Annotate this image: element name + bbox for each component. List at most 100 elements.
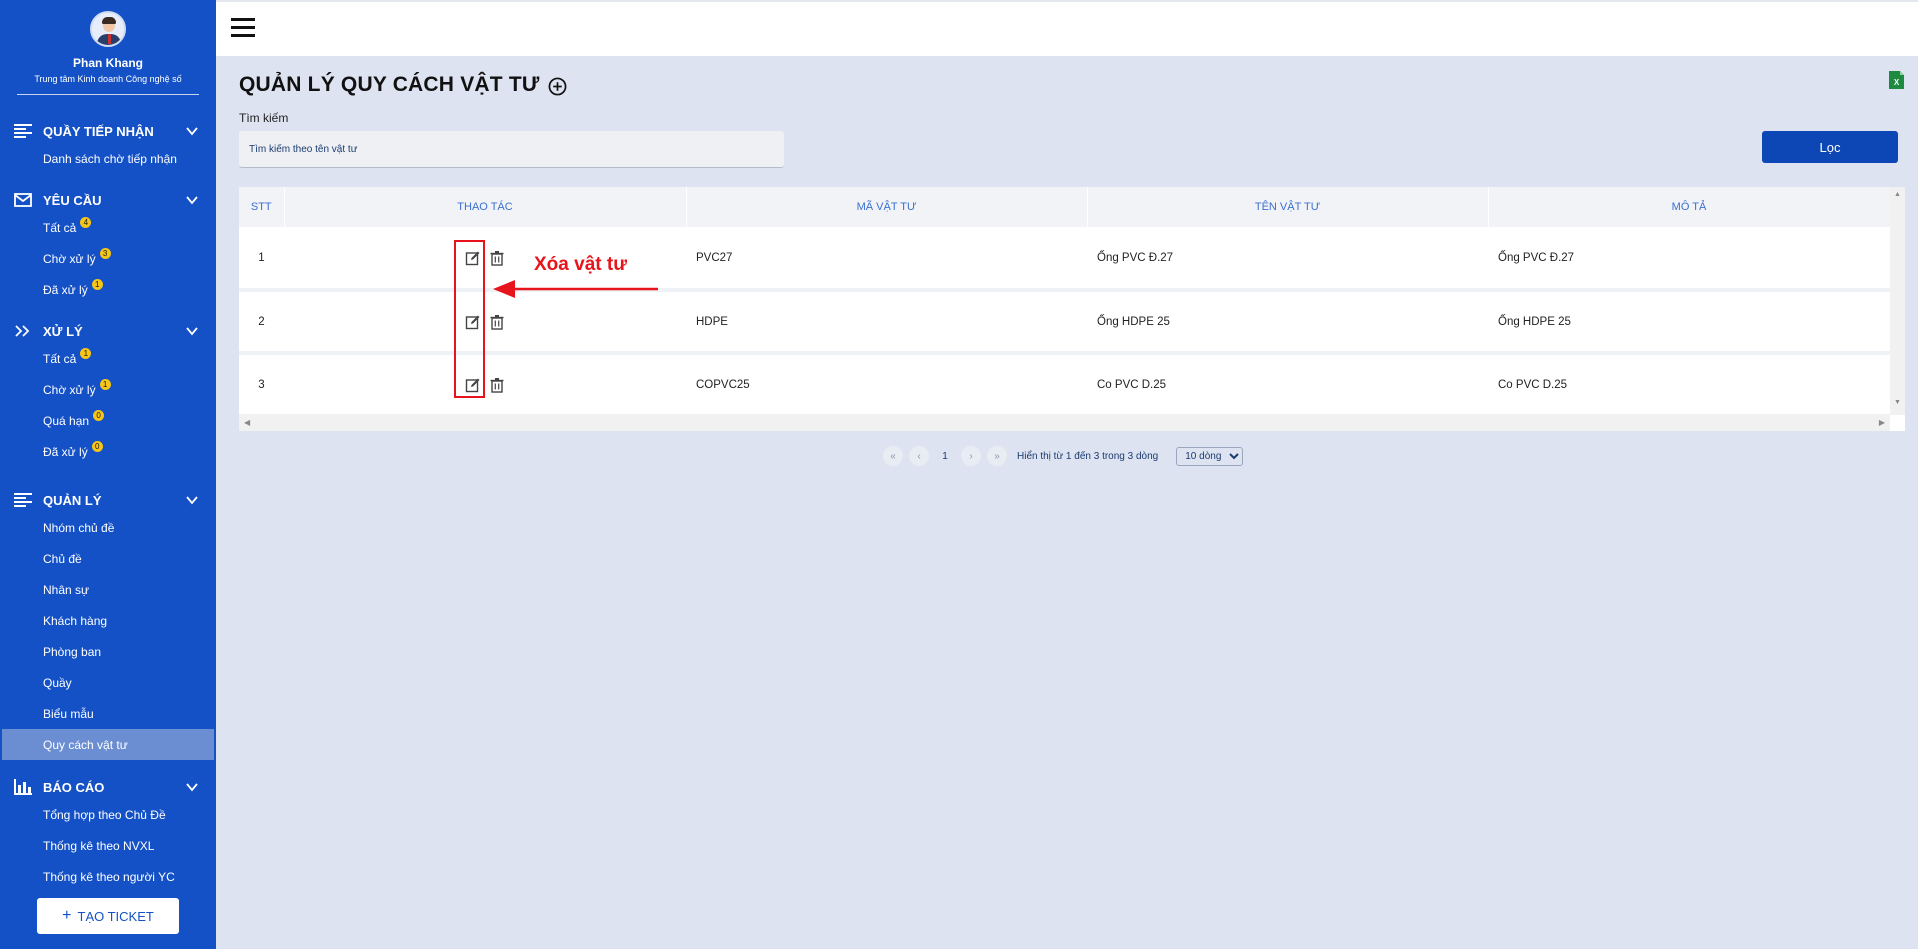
create-ticket-button[interactable]: + TẠO TICKET	[37, 898, 179, 934]
column-header-thao-tac[interactable]: THAO TÁC	[284, 187, 687, 227]
sidebar-item-nhom-chu-de[interactable]: Nhóm chủ đề	[0, 512, 216, 543]
section-xu-ly: XỬ LÝ Tất cả 1 Chờ xử lý 1 Quá hạn 0 Đã xử …	[0, 319, 216, 467]
sidebar-item-label: Phòng ban	[43, 644, 102, 659]
hamburger-menu-icon[interactable]	[231, 18, 255, 38]
page-number-button[interactable]: 1	[935, 446, 955, 466]
page-title-text: QUẢN LÝ QUY CÁCH VẬT TƯ	[239, 73, 540, 96]
sidebar-item-yc-da-xu-ly[interactable]: Đã xử lý 1	[0, 274, 216, 305]
section-header-xu-ly[interactable]: XỬ LÝ	[0, 319, 216, 343]
plus-icon: +	[62, 907, 72, 924]
sidebar-item-quay[interactable]: Quầy	[0, 667, 216, 698]
sidebar-item-quy-cach-vat-tu[interactable]: Quy cách vật tư	[2, 729, 214, 760]
user-name: Phan Khang	[72, 56, 143, 70]
sidebar-item-label: Đã xử lý	[43, 444, 88, 459]
user-unit: Trung tâm Kinh doanh Công nghệ số	[34, 74, 182, 84]
sidebar-item-label: Tất cả	[43, 220, 77, 235]
chevron-down-icon[interactable]	[186, 194, 198, 206]
chevron-down-icon[interactable]	[186, 781, 198, 793]
count-badge: 1	[99, 379, 111, 390]
section-header-quay-tiep-nhan[interactable]: QUẦY TIẾP NHẬN	[0, 119, 216, 143]
sidebar-item-danh-sach-cho-tiep-nhan[interactable]: Danh sách chờ tiếp nhận	[0, 143, 216, 174]
count-badge: 1	[91, 279, 103, 290]
search-input[interactable]	[239, 131, 784, 168]
sidebar-item-chu-de[interactable]: Chủ đề	[0, 543, 216, 574]
sidebar-item-label: Chờ xử lý	[43, 382, 96, 397]
trash-icon[interactable]	[489, 250, 505, 266]
sidebar-item-label: Khách hàng	[43, 613, 108, 628]
excel-export-icon[interactable]: X	[1888, 70, 1905, 90]
sidebar-item-label: Danh sách chờ tiếp nhận	[43, 151, 177, 166]
table-header-row: STT THAO TÁC MÃ VẬT TƯ TÊN VẬT TƯ MÔ TẢ	[239, 187, 1891, 227]
chevron-down-icon[interactable]	[186, 494, 198, 506]
sidebar-item-xl-tat-ca[interactable]: Tất cả 1	[0, 343, 216, 374]
vertical-scrollbar[interactable]: ▲ ▼	[1890, 187, 1905, 415]
count-badge: 4	[80, 217, 92, 228]
page-title: QUẢN LÝ QUY CÁCH VẬT TƯ	[239, 73, 567, 97]
mail-icon	[14, 193, 32, 207]
chevron-down-icon[interactable]	[186, 125, 198, 137]
trash-icon[interactable]	[489, 314, 505, 330]
list-icon	[14, 124, 32, 138]
section-header-yeu-cau[interactable]: YÊU CẦU	[0, 188, 216, 212]
section-label: QUẢN LÝ	[43, 492, 102, 508]
horizontal-scrollbar[interactable]: ◀ ▶	[239, 415, 1890, 431]
sidebar-item-thong-ke-nguoi-yc[interactable]: Thống kê theo người YC	[0, 861, 216, 892]
table-row: 2 HDPE Ống HDPE 25 Ống HDPE 25	[239, 290, 1890, 353]
count-badge: 0	[91, 441, 103, 452]
next-page-button[interactable]: ›	[961, 446, 981, 466]
filter-button[interactable]: Lọc	[1762, 131, 1898, 163]
sidebar-item-yc-tat-ca[interactable]: Tất cả 4	[0, 212, 216, 243]
cell-mo-ta: Ống HDPE 25	[1498, 315, 1571, 328]
section-header-quan-ly[interactable]: QUẢN LÝ	[0, 488, 216, 512]
cell-mo-ta: Ống PVC Đ.27	[1498, 251, 1575, 264]
avatar[interactable]	[90, 11, 126, 47]
sidebar-item-xl-da-xu-ly[interactable]: Đã xử lý 0	[0, 436, 216, 467]
section-quan-ly: QUẢN LÝ Nhóm chủ đề Chủ đề Nhân sự Khách…	[0, 488, 216, 760]
cell-ten-vat-tu: Co PVC D.25	[1097, 378, 1167, 391]
sidebar-item-label: Tất cả	[43, 351, 77, 366]
sidebar-item-xl-qua-han[interactable]: Quá hạn 0	[0, 405, 216, 436]
double-chevron-right-icon	[15, 325, 30, 337]
table-row: 3 COPVC25 Co PVC D.25 Co PVC D.25	[239, 353, 1890, 416]
sidebar-item-xl-cho-xu-ly[interactable]: Chờ xử lý 1	[0, 374, 216, 405]
page-size-select[interactable]: 10 dòng	[1176, 446, 1244, 466]
cell-stt: 3	[258, 378, 265, 391]
sidebar-item-yc-cho-xu-ly[interactable]: Chờ xử lý 3	[0, 243, 216, 274]
column-header-stt[interactable]: STT	[239, 187, 285, 227]
cell-mo-ta: Co PVC D.25	[1498, 378, 1568, 391]
sidebar-item-bieu-mau[interactable]: Biểu mẫu	[0, 698, 216, 729]
cell-ten-vat-tu: Ống HDPE 25	[1097, 315, 1170, 328]
sidebar-item-label: Chủ đề	[43, 551, 82, 566]
divider	[17, 94, 199, 95]
sidebar-item-nhan-su[interactable]: Nhân sự	[0, 574, 216, 605]
annotation-arrow-icon	[493, 280, 658, 298]
first-page-button[interactable]: «	[883, 446, 903, 466]
sidebar-item-thong-ke-nvxl[interactable]: Thống kê theo NVXL	[0, 830, 216, 861]
sidebar-item-khach-hang[interactable]: Khách hàng	[0, 605, 216, 636]
cell-stt: 1	[258, 251, 265, 264]
column-header-ma-vat-tu[interactable]: MÃ VẬT TƯ	[686, 187, 1088, 227]
annotation-highlight-box	[454, 240, 485, 398]
bar-chart-icon	[14, 779, 32, 795]
cell-stt: 2	[258, 315, 265, 328]
prev-page-button[interactable]: ‹	[909, 446, 929, 466]
user-profile: Phan Khang Trung tâm Kinh doanh Công ngh…	[0, 0, 216, 95]
column-header-ten-vat-tu[interactable]: TÊN VẬT TƯ	[1087, 187, 1489, 227]
last-page-button[interactable]: »	[987, 446, 1007, 466]
trash-icon[interactable]	[489, 377, 505, 393]
list-icon	[14, 493, 32, 507]
section-label: BÁO CÁO	[43, 779, 105, 795]
chevron-down-icon[interactable]	[186, 325, 198, 337]
cell-actions	[284, 353, 686, 416]
section-header-bao-cao[interactable]: BÁO CÁO	[0, 775, 216, 799]
pagination-info: Hiển thị từ 1 đến 3 trong 3 dòng	[1017, 450, 1159, 462]
add-circle-icon[interactable]	[548, 77, 567, 96]
pagination: « ‹ 1 › » Hiển thị từ 1 đến 3 trong 3 dò…	[883, 446, 1244, 466]
sidebar-item-label: Nhóm chủ đề	[43, 520, 115, 535]
sidebar-item-phong-ban[interactable]: Phòng ban	[0, 636, 216, 667]
sidebar-item-tong-hop-chu-de[interactable]: Tổng hợp theo Chủ Đề	[0, 799, 216, 830]
column-header-mo-ta[interactable]: MÔ TẢ	[1488, 187, 1891, 227]
sidebar-item-label: Thống kê theo người YC	[43, 869, 175, 884]
sidebar-item-label: Nhân sự	[43, 582, 90, 597]
section-bao-cao: BÁO CÁO Tổng hợp theo Chủ Đề Thống kê th…	[0, 775, 216, 892]
